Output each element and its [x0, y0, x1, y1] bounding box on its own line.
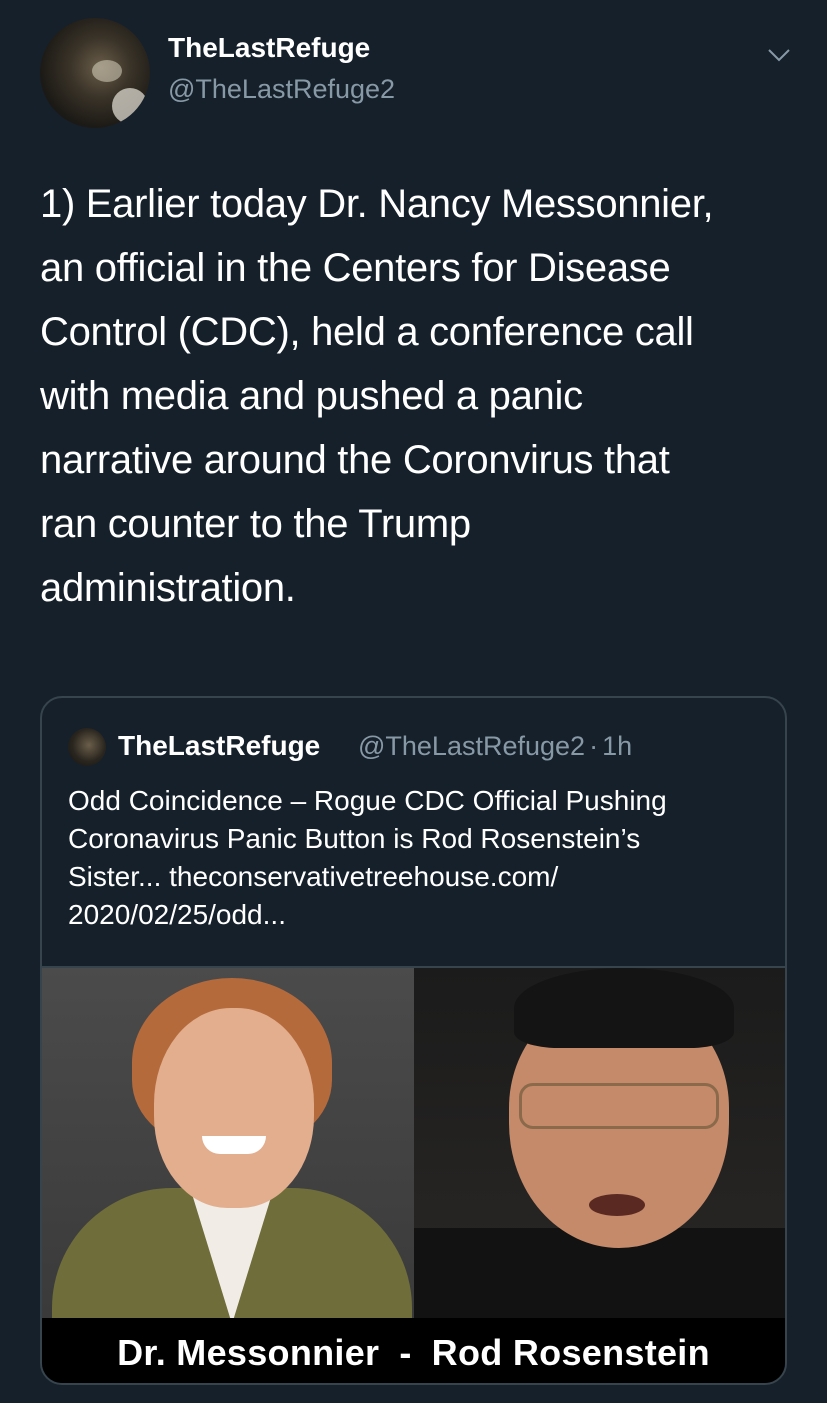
quoted-tweet-card[interactable]: TheLastRefuge @TheLastRefuge2 · 1h Odd Coi…: [40, 696, 787, 1385]
quoted-author-handle: @TheLastRefuge2: [358, 731, 586, 761]
caption-left: Dr. Messonnier: [117, 1331, 380, 1373]
quoted-tweet-image[interactable]: Dr. Messonnier - Rod Rosenstein: [42, 966, 785, 1383]
photo-messonnier: [42, 968, 414, 1328]
avatar-highlight: [92, 60, 122, 82]
tweet-header: TheLastRefuge @TheLastRefuge2: [40, 18, 800, 128]
avatar-patch: [112, 88, 148, 124]
author-display-name[interactable]: TheLastRefuge: [168, 32, 370, 64]
caption-right: Rod Rosenstein: [431, 1331, 710, 1373]
quoted-avatar: [68, 728, 106, 766]
caption-separator: -: [399, 1331, 412, 1373]
quoted-tweet-text: Odd Coincidence – Rogue CDC Official Pus…: [68, 785, 667, 930]
author-handle[interactable]: @TheLastRefuge2: [168, 74, 395, 105]
avatar[interactable]: [40, 18, 150, 128]
tweet-text: 1) Earlier today Dr. Nancy Messonnier, a…: [40, 182, 714, 610]
quoted-author-meta: @TheLastRefuge2 · 1h: [358, 731, 632, 762]
chevron-down-icon[interactable]: [766, 42, 792, 68]
quoted-timestamp: 1h: [602, 731, 633, 761]
photo-rosenstein: [414, 968, 785, 1328]
meta-separator: ·: [589, 731, 599, 761]
image-caption: Dr. Messonnier - Rod Rosenstein: [42, 1318, 785, 1383]
quoted-author-display-name: TheLastRefuge: [118, 730, 321, 761]
